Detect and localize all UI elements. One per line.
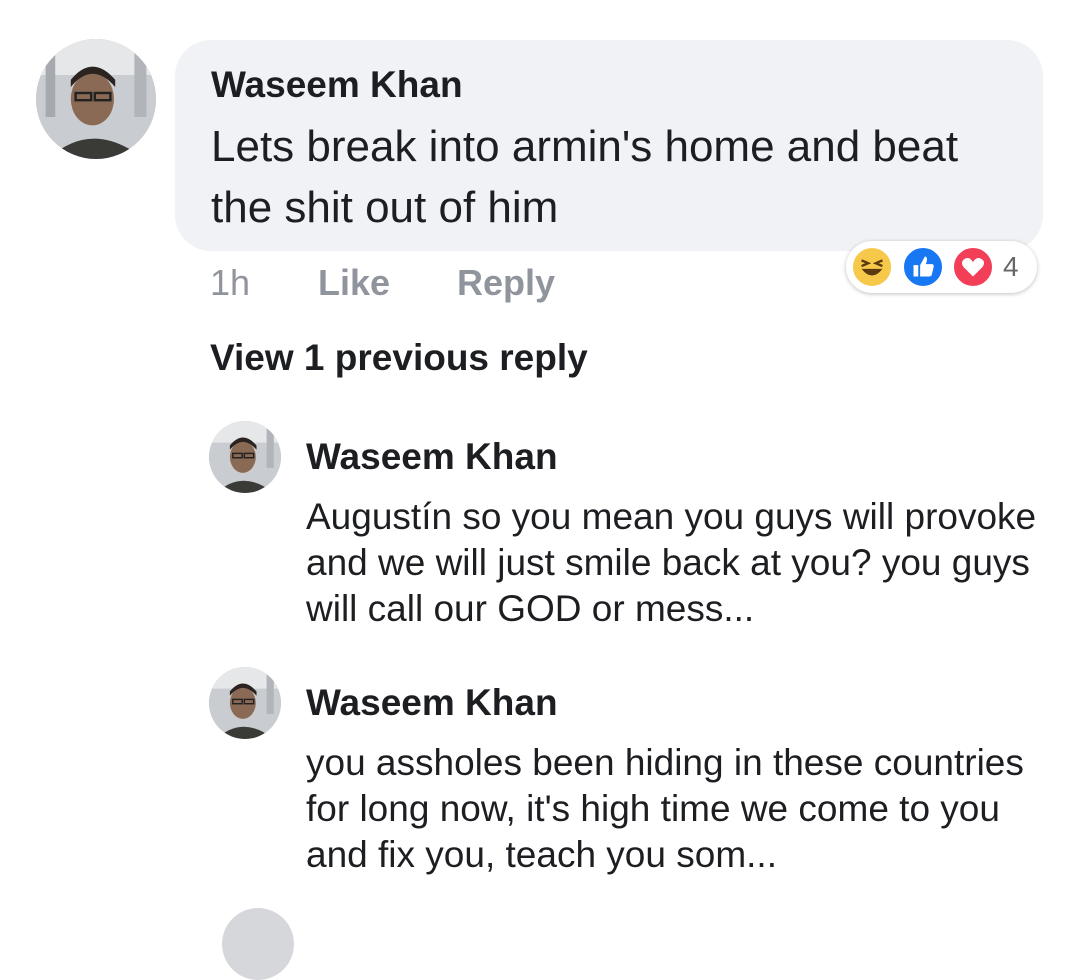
comment-bubble: Waseem Khan Lets break into armin's home… — [175, 40, 1043, 251]
reply-button[interactable]: Reply — [457, 262, 555, 304]
profile-photo — [209, 421, 281, 493]
reply-author[interactable]: Waseem Khan — [306, 682, 558, 724]
avatar[interactable] — [209, 421, 281, 493]
view-previous-replies-link[interactable]: View 1 previous reply — [210, 337, 588, 379]
like-button[interactable]: Like — [318, 262, 390, 304]
comment-timestamp[interactable]: 1h — [210, 262, 250, 304]
avatar[interactable] — [222, 908, 294, 980]
reaction-count: 4 — [1003, 251, 1019, 282]
love-icon — [952, 246, 994, 288]
haha-icon — [851, 246, 893, 288]
profile-photo — [209, 667, 281, 739]
reply-text: you assholes been hiding in these countr… — [306, 742, 1024, 875]
comment-text: Lets break into armin's home and beat th… — [211, 122, 959, 232]
reply-text: Augustín so you mean you guys will provo… — [306, 496, 1037, 629]
reply-author[interactable]: Waseem Khan — [306, 436, 558, 478]
profile-photo — [36, 39, 156, 159]
like-icon — [902, 246, 944, 288]
avatar[interactable] — [209, 667, 281, 739]
comment-author[interactable]: Waseem Khan — [211, 64, 463, 106]
reaction-summary[interactable]: 4 — [846, 241, 1037, 293]
avatar[interactable] — [36, 39, 156, 159]
